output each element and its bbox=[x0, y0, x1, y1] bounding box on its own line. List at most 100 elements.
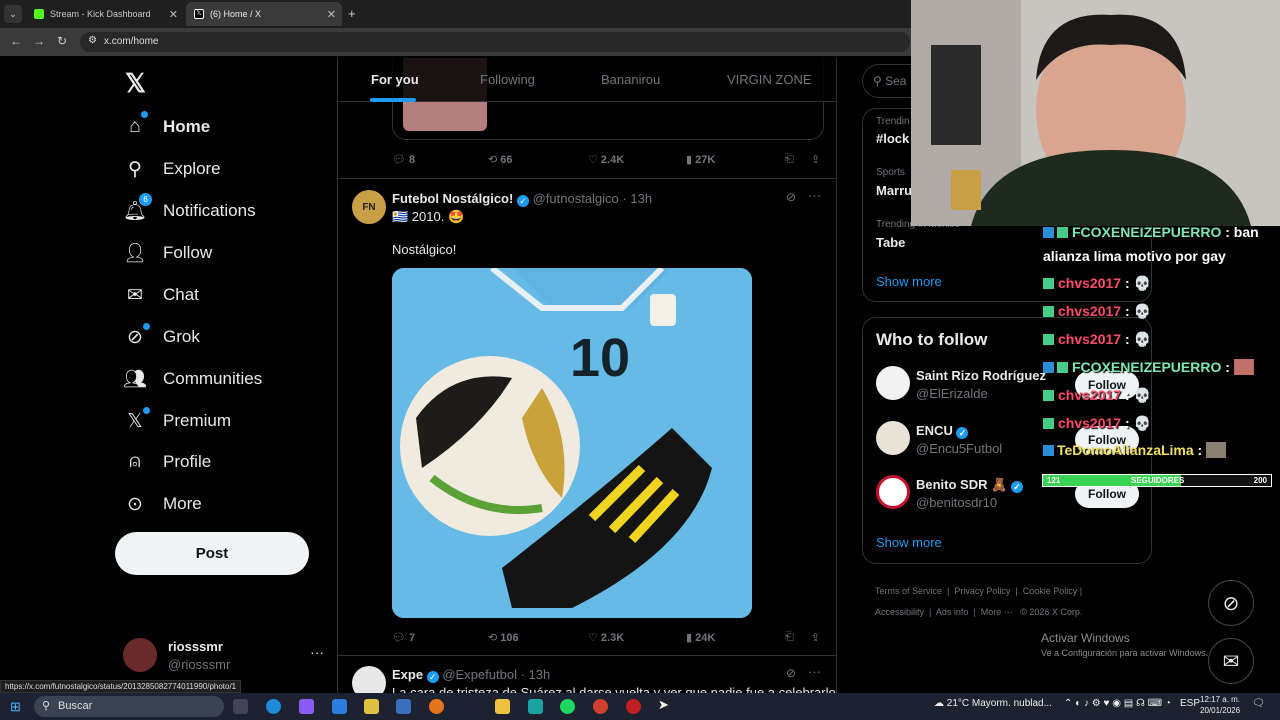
close-tab-icon[interactable]: ✕ bbox=[327, 8, 336, 21]
taskbar-search-input[interactable]: ⚲ Buscar bbox=[34, 696, 224, 717]
chat-text: : 💀 bbox=[1124, 415, 1151, 431]
avatar[interactable] bbox=[876, 475, 910, 509]
edge-icon[interactable] bbox=[266, 699, 281, 714]
tab-virgin-zone[interactable]: VIRGIN ZONE bbox=[727, 72, 812, 87]
footer-link[interactable]: Privacy Policy bbox=[954, 586, 1010, 596]
nav-item-grok[interactable]: ⊘ Grok bbox=[123, 317, 200, 357]
x-logo-icon[interactable]: 𝕏 bbox=[125, 68, 146, 99]
share-icon[interactable]: ⇪ bbox=[811, 631, 820, 644]
nav-label: Profile bbox=[163, 452, 212, 471]
footer-link[interactable]: More ··· bbox=[981, 607, 1013, 617]
browser-tab-kick[interactable]: Stream - Kick Dashboard ✕ bbox=[26, 2, 184, 26]
suggested-user-handle[interactable]: @benitosdr10 bbox=[916, 495, 997, 510]
show-more-link[interactable]: Show more bbox=[876, 274, 942, 289]
author-name[interactable]: Expe bbox=[392, 667, 423, 682]
post-button[interactable]: Post bbox=[115, 532, 309, 575]
trend-item[interactable]: Tabe bbox=[876, 235, 905, 250]
footer-link[interactable]: Terms of Service bbox=[875, 586, 942, 596]
tweet-photo[interactable]: 10 bbox=[392, 268, 752, 618]
grok-explain-icon[interactable]: ⊘ bbox=[786, 666, 796, 680]
nav-item-profile[interactable]: ⍝ Profile bbox=[123, 442, 211, 482]
browser-tab-x[interactable]: 𝕏 (6) Home / X ✕ bbox=[186, 2, 342, 26]
suggested-user-name[interactable]: Saint Rizo Rodríguez bbox=[916, 368, 1046, 383]
tab-bananirou[interactable]: Bananirou bbox=[601, 72, 660, 87]
more-dots-icon[interactable]: ··· bbox=[808, 664, 821, 679]
author-name[interactable]: Futebol Nostálgico! bbox=[392, 191, 513, 206]
views-button[interactable]: ▮ 27K bbox=[686, 153, 715, 166]
repost-button[interactable]: ⟲ 66 bbox=[488, 153, 513, 166]
nav-item-follow[interactable]: 👤︎ Follow bbox=[123, 233, 212, 273]
tab-for-you[interactable]: For you bbox=[371, 72, 419, 87]
language-indicator[interactable]: ESP bbox=[1180, 698, 1200, 709]
nav-item-home[interactable]: ⌂ Home bbox=[123, 107, 210, 147]
messages-floating-button[interactable]: ✉ bbox=[1208, 638, 1254, 684]
grok-floating-button[interactable]: ⊘ bbox=[1208, 580, 1254, 626]
task-view-icon[interactable] bbox=[233, 699, 248, 714]
more-dots-icon[interactable]: ··· bbox=[310, 644, 324, 660]
new-tab-button[interactable]: + bbox=[348, 6, 356, 21]
grok-explain-icon[interactable]: ⊘ bbox=[786, 190, 796, 204]
show-more-link[interactable]: Show more bbox=[876, 535, 942, 550]
nav-item-more[interactable]: ⊙ More bbox=[123, 484, 202, 524]
like-button[interactable]: ♡ 2.4K bbox=[588, 153, 624, 166]
repost-button[interactable]: ⟲ 106 bbox=[488, 631, 519, 644]
footer-link[interactable]: Ads info bbox=[936, 607, 969, 617]
clock[interactable]: 12:17 a. m. 20/01/2026 bbox=[1200, 694, 1240, 716]
outlook-icon[interactable] bbox=[332, 699, 347, 714]
app-icon[interactable] bbox=[528, 699, 543, 714]
url-field[interactable]: ⚙ x.com/home bbox=[80, 32, 910, 52]
nav-item-chat[interactable]: ✉ Chat bbox=[123, 275, 199, 315]
bookmark-icon[interactable]: ⎗ bbox=[785, 153, 794, 166]
suggested-user-handle[interactable]: @Encu5Futbol bbox=[916, 441, 1002, 456]
windows-start-icon[interactable]: ⊞ bbox=[10, 699, 21, 715]
trend-item[interactable]: #lock bbox=[876, 131, 909, 146]
account-switcher[interactable]: riosssmr @riosssmr ··· bbox=[123, 636, 328, 676]
avatar[interactable] bbox=[876, 366, 910, 400]
footer-link[interactable]: Accessibility bbox=[875, 607, 924, 617]
site-info-icon[interactable]: ⚙ bbox=[88, 35, 97, 46]
nav-item-explore[interactable]: ⚲ Explore bbox=[123, 149, 221, 189]
nav-label: Follow bbox=[163, 243, 213, 262]
tab-following[interactable]: Following bbox=[480, 72, 535, 87]
firefox-icon[interactable] bbox=[429, 699, 444, 714]
views-button[interactable]: ▮ 24K bbox=[686, 631, 715, 644]
avatar[interactable]: FN bbox=[352, 190, 386, 224]
copilot-icon[interactable] bbox=[299, 699, 314, 714]
tweet-time[interactable]: · 13h bbox=[622, 191, 652, 206]
chrome-icon[interactable] bbox=[593, 699, 608, 714]
vscode-icon[interactable] bbox=[396, 699, 411, 714]
reply-button[interactable]: 💬︎ 8 bbox=[392, 153, 415, 166]
like-button[interactable]: ♡ 2.3K bbox=[588, 631, 624, 644]
suggested-user-name[interactable]: ENCU bbox=[916, 423, 953, 438]
store-icon[interactable] bbox=[364, 699, 379, 714]
suggested-user-handle[interactable]: @ElErizalde bbox=[916, 386, 988, 401]
weather-widget[interactable]: ☁ 21°C Mayorm. nublad... bbox=[934, 698, 1052, 709]
nav-item-communities[interactable]: 👥︎ Communities bbox=[123, 359, 262, 399]
nav-item-notifications[interactable]: 🔔︎ Notifications 6 bbox=[123, 191, 256, 231]
system-tray-icons[interactable]: ⌃ ◐ ♪ ⚙ ♥ ◉ ▤ ☊ ⌨ ◔ bbox=[1064, 698, 1171, 709]
avatar[interactable] bbox=[352, 666, 386, 693]
tweet-time[interactable]: · 13h bbox=[521, 667, 551, 682]
reload-icon[interactable]: ↻ bbox=[57, 34, 67, 48]
reply-button[interactable]: 💬︎ 7 bbox=[392, 631, 415, 644]
avatar[interactable] bbox=[876, 421, 910, 455]
spotify-icon[interactable] bbox=[560, 699, 575, 714]
suggested-user-name[interactable]: Benito SDR 🧸 bbox=[916, 477, 1007, 492]
trend-item[interactable]: Marru bbox=[876, 183, 912, 198]
clock-date: 20/01/2026 bbox=[1200, 706, 1241, 715]
file-explorer-icon[interactable] bbox=[495, 699, 510, 714]
obs-icon[interactable] bbox=[626, 699, 641, 714]
close-tab-icon[interactable]: ✕ bbox=[169, 8, 178, 21]
bookmark-icon[interactable]: ⎗ bbox=[785, 631, 794, 644]
author-handle[interactable]: @futnostalgico bbox=[533, 191, 619, 206]
nav-label: More bbox=[163, 494, 202, 513]
nav-item-premium[interactable]: 𝕏 Premium bbox=[123, 401, 231, 441]
footer-link[interactable]: Cookie Policy bbox=[1023, 586, 1078, 596]
more-dots-icon[interactable]: ··· bbox=[808, 188, 821, 203]
back-icon[interactable]: ← bbox=[10, 34, 22, 48]
forward-icon[interactable]: → bbox=[33, 34, 45, 48]
notification-center-icon[interactable]: 🗨︎ bbox=[1252, 698, 1265, 709]
share-icon[interactable]: ⇪ bbox=[811, 153, 820, 166]
tab-list-button[interactable]: ⌄ bbox=[4, 5, 22, 23]
author-handle[interactable]: @Expefutbol bbox=[442, 667, 517, 682]
